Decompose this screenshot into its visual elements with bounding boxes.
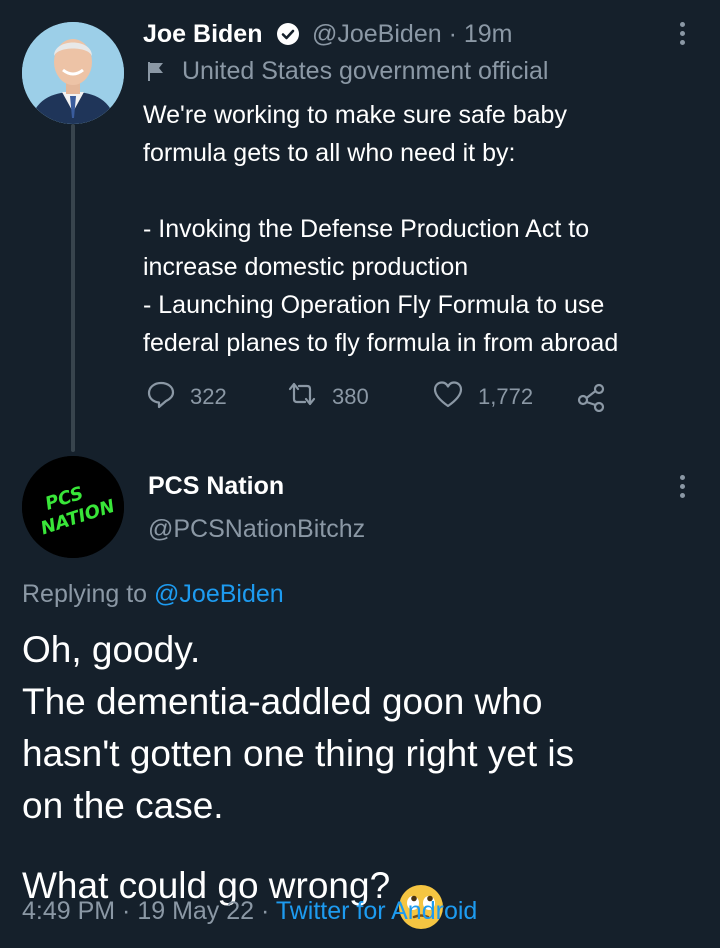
reply-icon: [146, 379, 176, 415]
replying-to: Replying to @JoeBiden: [22, 580, 284, 609]
like-count: 1,772: [478, 384, 534, 409]
share-icon[interactable]: [576, 382, 606, 417]
flag-icon: [145, 60, 167, 87]
retweet-count: 380: [332, 384, 369, 409]
avatar-pcs-nation[interactable]: PCS NATION: [22, 456, 124, 558]
tweet-text: We're working to make sure safe baby for…: [143, 101, 619, 357]
like-icon: [432, 379, 464, 415]
reply-timestamp[interactable]: 4:49 PM · 19 May 22 ·: [22, 897, 269, 925]
reply-button[interactable]: 322: [146, 377, 227, 417]
reply-source[interactable]: Twitter for Android: [276, 897, 477, 925]
reply-handle[interactable]: @PCSNationBitchz: [148, 515, 365, 544]
thread-line: [71, 124, 75, 452]
tweet-handle[interactable]: @JoeBiden: [312, 20, 442, 48]
reply-author-name[interactable]: PCS Nation: [148, 472, 284, 501]
rolling-eyes-emoji-icon: [398, 832, 444, 944]
tweet-time[interactable]: 19m: [464, 20, 513, 48]
replying-to-link[interactable]: @JoeBiden: [154, 580, 284, 608]
reply-text: Oh, goody. The dementia-addled goon who …: [22, 624, 702, 944]
like-button[interactable]: 1,772: [432, 377, 533, 417]
reply-body: Oh, goody. The dementia-addled goon who …: [22, 629, 575, 906]
reply-more-icon[interactable]: [678, 475, 686, 498]
tweet-author-name[interactable]: Joe Biden: [143, 20, 262, 49]
avatar-joe-biden[interactable]: [22, 22, 124, 124]
retweet-icon: [286, 379, 318, 415]
reply-meta: 4:49 PM · 19 May 22 · Twitter for Androi…: [22, 897, 477, 926]
verified-badge-icon: [276, 22, 300, 51]
more-icon[interactable]: [678, 22, 686, 45]
reply-count: 322: [190, 384, 227, 409]
government-label: United States government official: [182, 57, 549, 85]
replying-prefix: Replying to: [22, 580, 148, 608]
tweet-separator: ·: [448, 20, 457, 48]
retweet-button[interactable]: 380: [286, 377, 369, 417]
